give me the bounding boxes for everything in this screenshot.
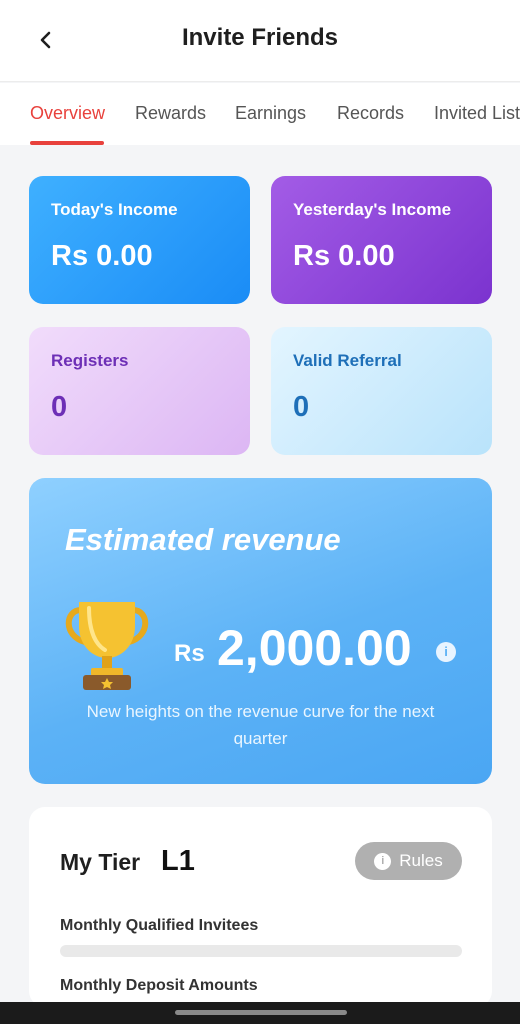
tab-rewards[interactable]: Rewards — [135, 103, 206, 124]
qualified-invitees-progress — [60, 945, 462, 957]
estimated-revenue-title: Estimated revenue — [65, 522, 341, 557]
home-indicator[interactable] — [175, 1010, 347, 1015]
estimated-revenue-description: New heights on the revenue curve for the… — [86, 702, 435, 748]
info-icon: i — [374, 852, 392, 870]
tab-invited-list[interactable]: Invited List — [434, 103, 520, 124]
rules-label: Rules — [399, 851, 443, 870]
valid-referral-card: Valid Referral 0 — [271, 327, 492, 455]
my-tier-card: My Tier L1 i Rules Monthly Qualified Inv… — [29, 807, 492, 1007]
tier-level-badge: L1 — [161, 845, 195, 877]
registers-label: Registers — [51, 351, 129, 370]
tab-earnings[interactable]: Earnings — [235, 103, 306, 124]
today-income-card: Today's Income Rs 0.00 — [29, 176, 250, 304]
estimated-revenue-amount: 2,000.00 — [217, 620, 412, 676]
yesterday-income-label: Yesterday's Income — [293, 200, 452, 219]
tab-bar: Overview Rewards Earnings Records Invite… — [0, 83, 520, 145]
registers-card: Registers 0 — [29, 327, 250, 455]
today-income-value: Rs 0.00 — [51, 240, 153, 272]
estimated-revenue-card: Estimated revenue Rs 2,000.00 i New heig… — [29, 478, 492, 784]
deposit-amounts-label: Monthly Deposit Amounts — [60, 977, 258, 994]
header: Invite Friends — [0, 0, 520, 82]
registers-value: 0 — [51, 391, 68, 423]
estimated-revenue-currency: Rs — [174, 640, 205, 667]
yesterday-income-card: Yesterday's Income Rs 0.00 — [271, 176, 492, 304]
info-icon[interactable]: i — [436, 642, 456, 662]
active-tab-indicator — [30, 141, 104, 145]
rules-button[interactable]: i Rules — [355, 842, 462, 880]
tab-overview[interactable]: Overview — [30, 103, 105, 124]
qualified-invitees-label: Monthly Qualified Invitees — [60, 917, 259, 934]
system-navigation-bar — [0, 1002, 520, 1024]
page-title: Invite Friends — [181, 24, 339, 51]
tab-records[interactable]: Records — [337, 103, 404, 124]
valid-referral-value: 0 — [293, 391, 310, 423]
valid-referral-label: Valid Referral — [293, 351, 402, 370]
today-income-label: Today's Income — [51, 200, 178, 219]
tier-title: My Tier — [60, 849, 141, 875]
yesterday-income-value: Rs 0.00 — [293, 240, 395, 272]
trophy-icon — [65, 602, 149, 690]
